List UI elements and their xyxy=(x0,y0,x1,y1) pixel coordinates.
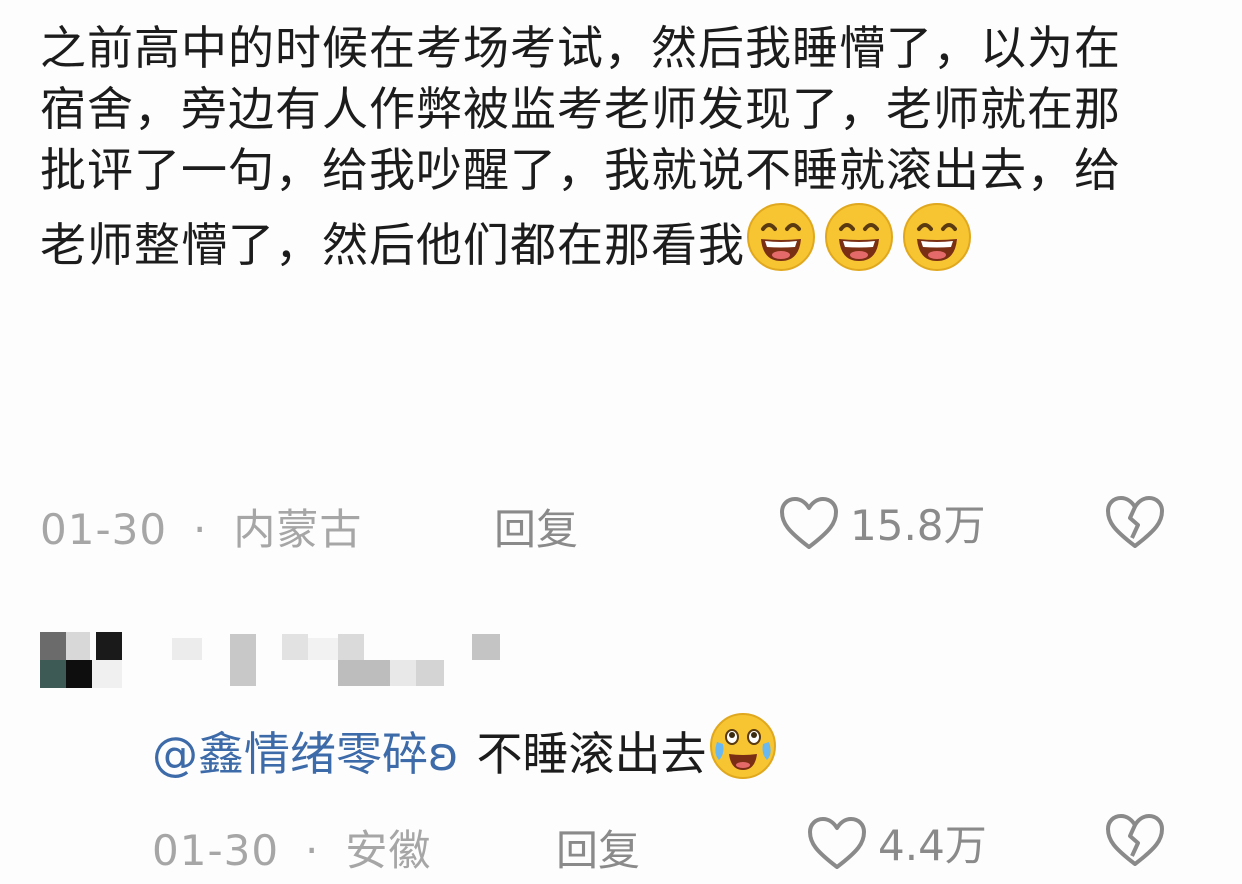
comment-1-date: 01-30 xyxy=(40,505,168,554)
comment-1-location: 内蒙古 xyxy=(233,505,363,554)
heart-icon xyxy=(808,816,866,869)
comment-2-meta: 01-30 · 安徽 xyxy=(152,817,431,878)
avatar[interactable] xyxy=(40,632,122,688)
broken-heart-icon[interactable] xyxy=(1104,812,1166,868)
comment-1-like-button[interactable]: 15.8万 xyxy=(778,492,986,553)
comment-2-like-count: 4.4万 xyxy=(878,821,987,870)
broken-heart-icon[interactable] xyxy=(1104,494,1166,550)
comment-2-like-button[interactable]: 4.4万 xyxy=(806,812,987,873)
meta-separator: · xyxy=(305,826,320,875)
comment-2-reply-button[interactable]: 回复 xyxy=(556,817,640,878)
comment-1-body: 之前高中的时候在考场考试，然后我睡懵了，以为在宿舍，旁边有人作弊被监考老师发现了… xyxy=(40,18,1130,276)
grin-emoji-icon xyxy=(903,203,971,271)
meta-separator: · xyxy=(193,505,208,554)
heart-icon xyxy=(780,496,838,549)
comment-1-reply-button[interactable]: 回复 xyxy=(494,496,578,557)
laugh-cry-emoji-icon xyxy=(709,713,776,779)
username-pixelated xyxy=(172,634,500,686)
comment-thread: 之前高中的时候在考场考试，然后我睡懵了，以为在宿舍，旁边有人作弊被监考老师发现了… xyxy=(0,0,1242,884)
grin-emoji-icon xyxy=(825,203,893,271)
comment-1-meta: 01-30 · 内蒙古 xyxy=(40,496,362,557)
comment-2-date: 01-30 xyxy=(152,826,280,875)
comment-1-like-count: 15.8万 xyxy=(850,501,986,550)
grin-emoji-icon xyxy=(747,203,815,271)
comment-2-location: 安徽 xyxy=(345,826,432,875)
comment-2-body: @鑫情绪零碎ʚ 不睡滚出去 xyxy=(152,710,785,784)
mention-link[interactable]: @鑫情绪零碎ʚ xyxy=(152,727,459,781)
comment-2-text: 不睡滚出去 xyxy=(476,727,707,781)
